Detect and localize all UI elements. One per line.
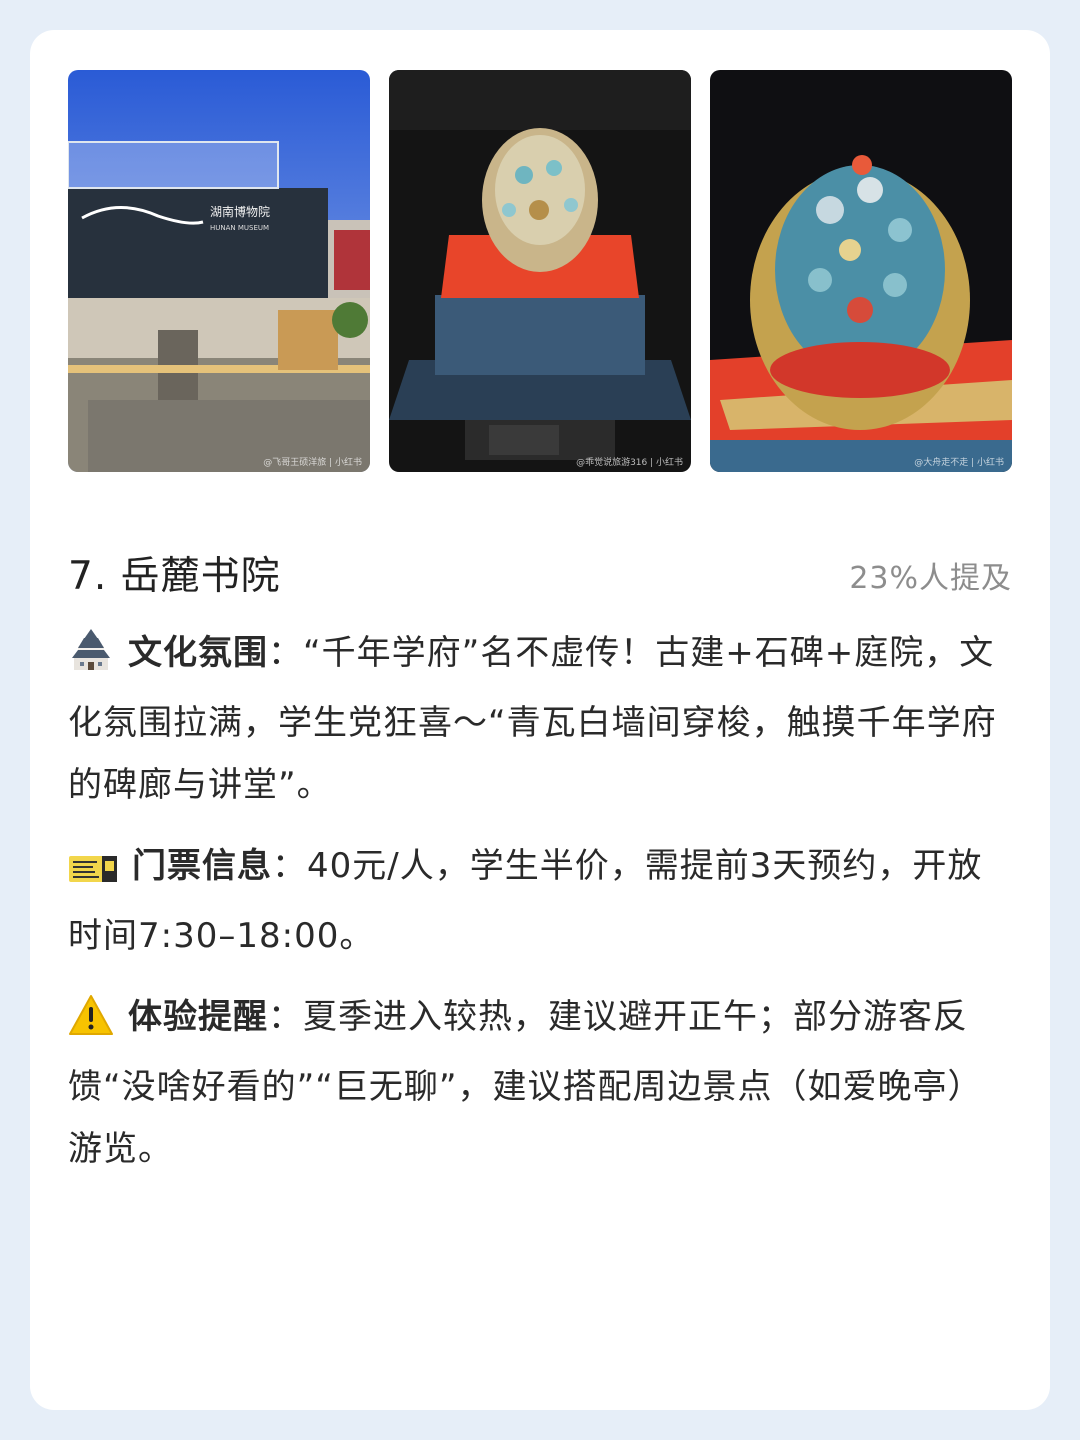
photo-watermark: @乖觉说旅游316 | 小红书 [576,458,683,468]
photo-watermark: @大舟走不走 | 小红书 [914,458,1004,468]
content-card: 湖南博物院 HUNAN MUSEUM @飞哥王硕洋旅 | 小红书 @乖觉说旅游3… [30,30,1050,1410]
photo-phoenix-crown-closeup[interactable]: @大舟走不走 | 小红书 [710,70,1012,472]
warning-icon [68,994,114,1056]
photo-phoenix-crown-display[interactable]: @乖觉说旅游316 | 小红书 [389,70,691,472]
museum-sign-text: 湖南博物院 [210,204,270,219]
attraction-header: 7. 岳麓书院 23%人提及 [68,545,1012,605]
section-label: 门票信息 [132,846,272,886]
mention-rate: 23%人提及 [849,561,1012,596]
photo-museum-exterior[interactable]: 湖南博物院 HUNAN MUSEUM @飞哥王硕洋旅 | 小红书 [68,70,370,472]
section-separator: ： [268,997,303,1037]
section-culture: 文化氛围：“千年学府”名不虚传！古建+石碑+庭院，文化氛围拉满，学生党狂喜～“青… [68,622,1012,816]
section-separator: ： [268,633,303,673]
section-label: 体验提醒 [128,997,268,1037]
attraction-title: 7. 岳麓书院 [68,554,281,599]
section-separator: ： [272,846,307,886]
photo-gallery: 湖南博物院 HUNAN MUSEUM @飞哥王硕洋旅 | 小红书 @乖觉说旅游3… [68,70,1012,472]
museum-sign-en: HUNAN MUSEUM [210,224,269,232]
section-ticket: 门票信息：40元/人，学生半价，需提前3天预约，开放时间7:30–18:00。 [68,835,1012,967]
photo-watermark: @飞哥王硕洋旅 | 小红书 [263,458,362,468]
castle-icon [68,626,114,692]
section-label: 文化氛围 [128,633,268,673]
ticket-icon [68,843,118,905]
section-tips: 体验提醒：夏季进入较热，建议避开正午；部分游客反馈“没啥好看的”“巨无聊”，建议… [68,986,1012,1180]
